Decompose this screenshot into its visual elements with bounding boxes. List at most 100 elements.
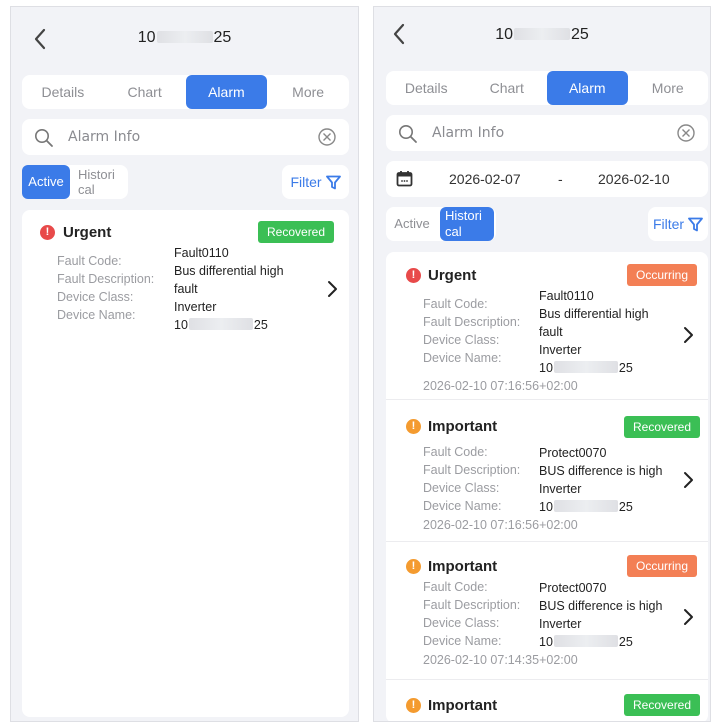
historical-line-1: Histori: [78, 167, 115, 182]
alarm-timestamp: 2026-02-10 07:16:56+02:00: [423, 379, 578, 393]
tab-alarm[interactable]: Alarm: [547, 71, 628, 105]
device-name-prefix: 10: [174, 318, 188, 332]
fault-description-label: Fault Description:: [423, 315, 521, 329]
urgent-alert-icon: !: [406, 268, 421, 283]
device-name-value: 10 25: [174, 316, 268, 334]
alarm-card[interactable]: ! Important Recovered: [386, 680, 708, 721]
fault-description-line-2: fault: [174, 282, 198, 296]
segment-active[interactable]: Active: [388, 207, 436, 241]
filter-icon: [325, 175, 341, 189]
search-bar[interactable]: Alarm Info: [386, 115, 708, 151]
status-badge: Recovered: [258, 221, 335, 243]
tab-bar: Details Chart Alarm More: [386, 71, 708, 105]
device-name-suffix: 25: [618, 635, 633, 649]
device-name-prefix: 10: [539, 361, 553, 375]
fault-code-value: Protect0070: [539, 446, 607, 460]
redacted-serial: [188, 318, 253, 330]
filter-button[interactable]: Filter: [282, 165, 349, 199]
alarm-level: Important: [428, 558, 498, 575]
device-name-label: Device Name:: [57, 308, 136, 322]
alarm-list: ! Urgent Recovered Fault Code: Fault Des…: [22, 210, 349, 717]
segment-historical[interactable]: Histori cal: [78, 165, 126, 199]
alarm-level: Urgent: [63, 224, 112, 241]
segment-active[interactable]: Active: [22, 165, 70, 199]
filter-label: Filter: [652, 216, 685, 232]
filter-icon: [688, 217, 703, 231]
alarm-timestamp: 2026-02-10 07:16:56+02:00: [423, 518, 578, 532]
alarm-card[interactable]: ! Important Recovered Fault Code: Fault …: [386, 400, 708, 542]
fault-code-label: Fault Code:: [423, 445, 488, 459]
search-placeholder: Alarm Info: [68, 129, 141, 145]
device-class-value: Inverter: [539, 482, 582, 496]
status-badge: Recovered: [624, 416, 701, 438]
search-icon: [399, 125, 417, 143]
status-badge: Occurring: [627, 264, 698, 286]
redacted-serial: [514, 28, 570, 40]
fault-code-value: Fault0110: [174, 246, 229, 260]
fault-description-label: Fault Description:: [57, 272, 155, 286]
tab-more[interactable]: More: [267, 75, 349, 109]
device-name-value: 10 25: [539, 633, 633, 651]
tab-chart[interactable]: Chart: [104, 75, 186, 109]
tab-more[interactable]: More: [628, 71, 709, 105]
left-phone-screen: 10 25 Details Chart Alarm More Alarm Info…: [10, 6, 359, 722]
header: 10 25: [374, 7, 710, 63]
search-bar[interactable]: Alarm Info: [22, 119, 349, 155]
historical-line-1: Histori: [445, 208, 482, 223]
alarm-card[interactable]: ! Urgent Recovered Fault Code: Fault Des…: [22, 210, 349, 342]
tab-alarm[interactable]: Alarm: [185, 75, 268, 109]
device-class-label: Device Class:: [423, 333, 500, 347]
alarm-card[interactable]: ! Urgent Occurring Fault Code: Fault Des…: [386, 252, 708, 400]
fault-code-label: Fault Code:: [57, 254, 122, 268]
date-separator: -: [558, 171, 563, 187]
redacted-serial: [553, 635, 618, 647]
redacted-serial: [553, 500, 618, 512]
important-alert-icon: !: [406, 559, 421, 574]
clear-icon[interactable]: [676, 123, 696, 143]
date-range-picker[interactable]: 2026-02-07 - 2026-02-10: [386, 161, 708, 197]
device-name-suffix: 25: [618, 500, 633, 514]
device-class-label: Device Class:: [57, 290, 134, 304]
alarm-timestamp: 2026-02-10 07:14:35+02:00: [423, 653, 578, 667]
device-class-value: Inverter: [539, 617, 582, 631]
filter-label: Filter: [290, 174, 322, 190]
tab-details[interactable]: Details: [386, 71, 467, 105]
status-badge: Occurring: [627, 555, 698, 577]
fault-description-label: Fault Description:: [423, 598, 521, 612]
segment-historical[interactable]: Histori cal: [440, 207, 494, 241]
alarm-level: Urgent: [428, 267, 477, 284]
status-segment: Active Histori cal: [22, 165, 128, 199]
tab-bar: Details Chart Alarm More: [22, 75, 349, 109]
chevron-right-icon[interactable]: [326, 280, 338, 298]
header: 10 25: [11, 7, 358, 71]
fault-code-label: Fault Code:: [423, 297, 488, 311]
tab-details[interactable]: Details: [22, 75, 104, 109]
chevron-right-icon[interactable]: [682, 326, 694, 344]
fault-description-line-1: Bus differential high: [174, 264, 284, 278]
date-from[interactable]: 2026-02-07: [449, 171, 521, 187]
fault-description-line-1: Bus differential high: [539, 307, 649, 321]
alarm-card[interactable]: ! Important Occurring Fault Code: Fault …: [386, 542, 708, 680]
search-icon: [35, 129, 53, 147]
calendar-icon: [396, 171, 413, 187]
historical-line-2: cal: [445, 224, 462, 239]
date-to[interactable]: 2026-02-10: [598, 171, 670, 187]
clear-icon[interactable]: [317, 127, 337, 147]
tab-chart[interactable]: Chart: [467, 71, 548, 105]
important-alert-icon: !: [406, 419, 421, 434]
device-name-prefix: 10: [539, 500, 553, 514]
device-class-label: Device Class:: [423, 616, 500, 630]
title-prefix: 10: [137, 29, 156, 46]
filter-button[interactable]: Filter: [648, 207, 708, 241]
title-suffix: 25: [213, 29, 232, 46]
device-name-label: Device Name:: [423, 499, 502, 513]
chevron-right-icon[interactable]: [682, 608, 694, 626]
device-name-label: Device Name:: [423, 351, 502, 365]
important-alert-icon: !: [406, 698, 421, 713]
alarm-level: Important: [428, 418, 498, 435]
chevron-right-icon[interactable]: [682, 471, 694, 489]
right-phone-screen: 10 25 Details Chart Alarm More Alarm Info…: [373, 6, 711, 722]
status-segment: Active Histori cal: [386, 207, 496, 241]
device-class-value: Inverter: [174, 300, 217, 314]
redacted-serial: [553, 361, 618, 373]
